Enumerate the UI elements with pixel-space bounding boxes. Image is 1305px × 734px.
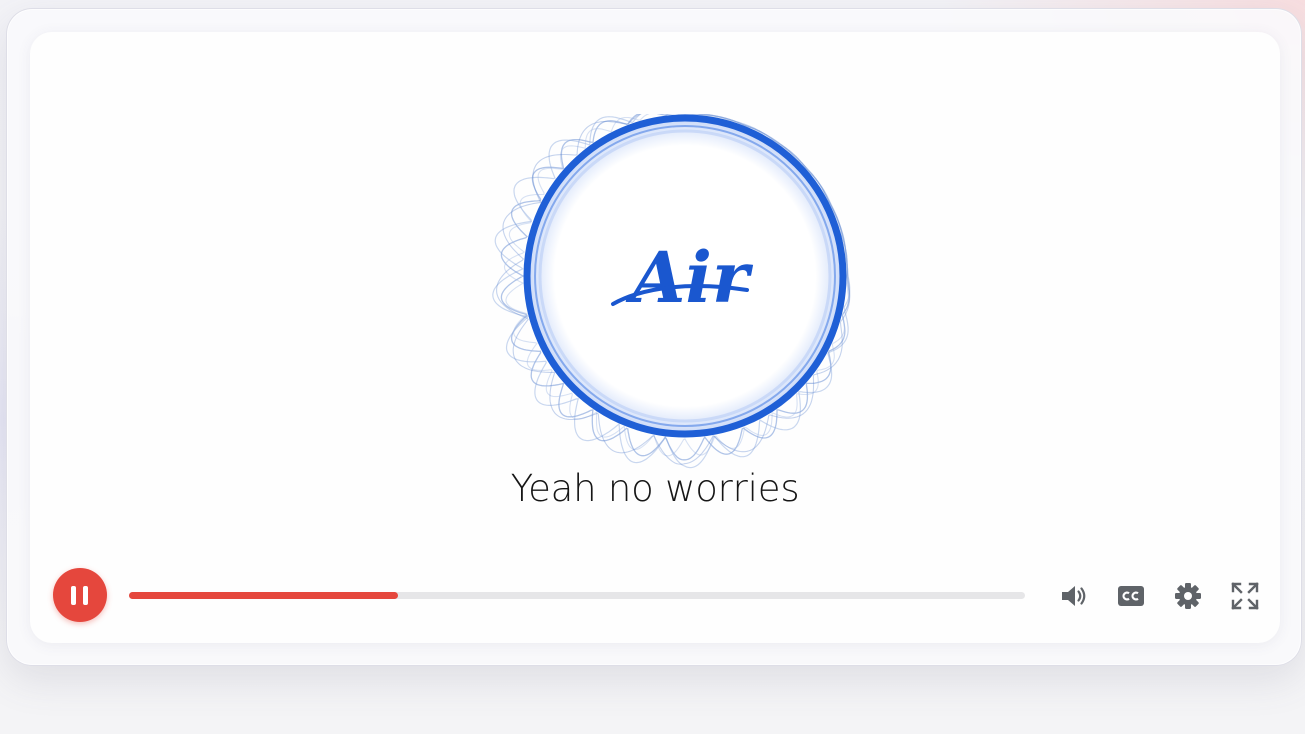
logo-text: Air: [625, 236, 754, 319]
audio-visualizer: Air: [492, 114, 851, 469]
control-bar: [53, 568, 1260, 624]
fullscreen-button[interactable]: [1230, 581, 1260, 611]
volume-icon: [1062, 586, 1086, 606]
captions-button[interactable]: [1116, 581, 1146, 611]
gear-icon: [1175, 583, 1201, 609]
volume-button[interactable]: [1058, 581, 1088, 611]
closed-captions-icon: [1118, 586, 1144, 606]
fullscreen-icon: [1231, 582, 1259, 610]
pause-button[interactable]: [53, 568, 107, 622]
settings-button[interactable]: [1173, 581, 1203, 611]
media-player: Air Yeah no worries: [30, 32, 1280, 643]
caption-text: Yeah no worries: [510, 467, 800, 510]
progress-fill: [129, 592, 398, 599]
progress-bar[interactable]: [129, 592, 1025, 599]
